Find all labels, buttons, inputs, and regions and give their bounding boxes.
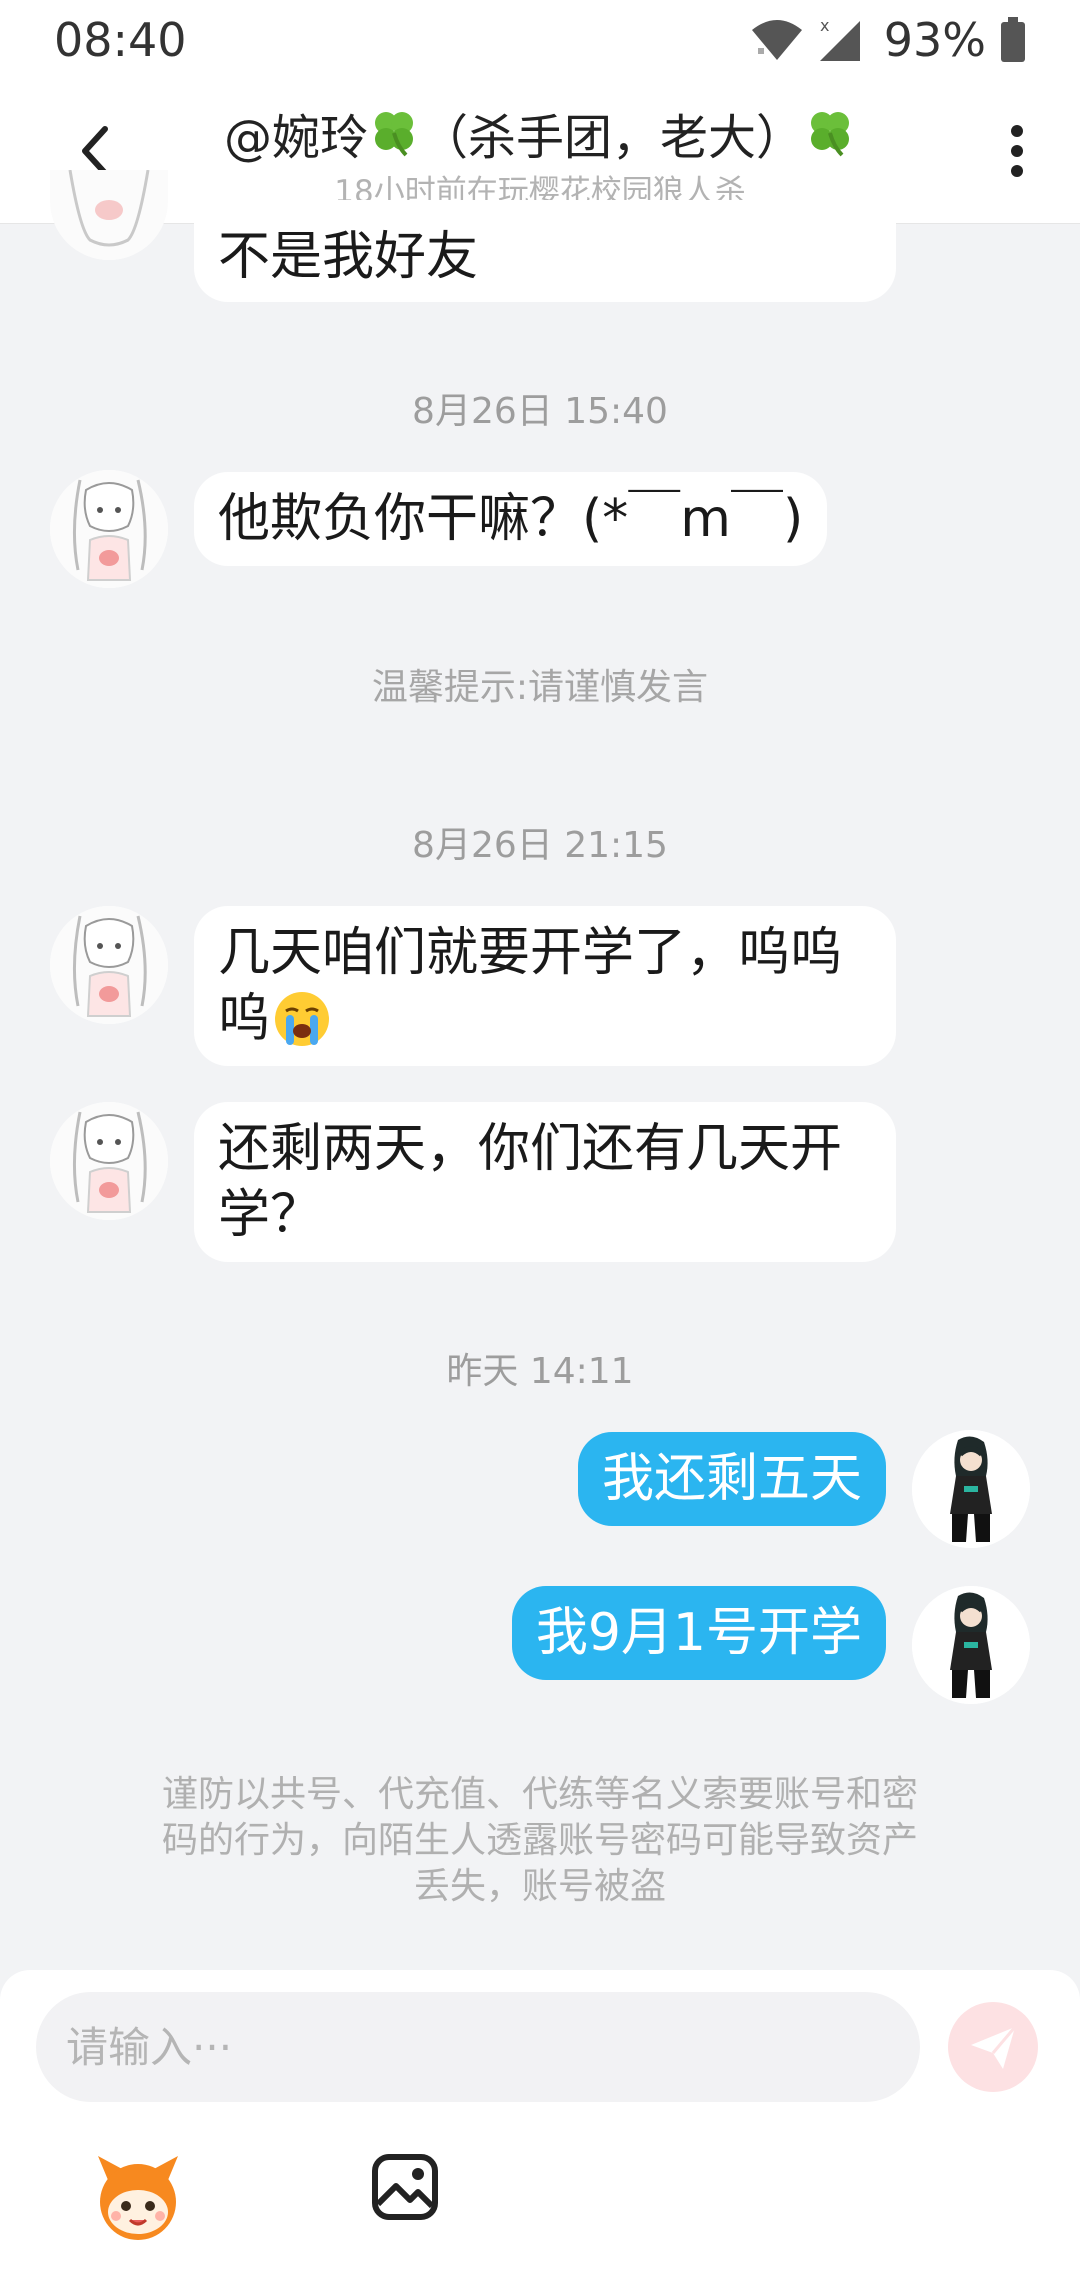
user-avatar[interactable] <box>912 1586 1030 1704</box>
message-input[interactable] <box>66 2022 920 2072</box>
chat-screen: 08:40 x 93% @婉玲 （杀手团，老大） 18小时前在玩樱花校园狼人杀 … <box>0 0 1080 2280</box>
contact-avatar[interactable] <box>50 170 168 260</box>
battery-percentage: 93% <box>883 13 986 67</box>
message-timestamp: 8月26日 21:15 <box>412 825 668 866</box>
mascot-icon <box>98 2156 178 2240</box>
incoming-message[interactable]: 不是我好友 <box>194 200 896 302</box>
message-text-line: 几天咱们就要开学了，呜呜 <box>218 923 843 983</box>
message-text: 呜 <box>218 989 271 1049</box>
incoming-message[interactable]: 他欺负你干嘛？(*￣m￣) <box>194 472 828 566</box>
fraud-warning: 谨防以共号、代充值、代练等名义索要账号和密 码的行为，向陌生人透露账号密码可能导… <box>100 1772 980 1910</box>
input-panel <box>0 1970 1080 2280</box>
contact-name-suffix: （杀手团，老大） <box>420 110 805 166</box>
contact-avatar[interactable] <box>50 906 168 1024</box>
message-text-line: 呜 <box>218 986 872 1052</box>
battery-icon <box>1001 17 1025 62</box>
message-text-line: 学？ <box>218 1185 323 1245</box>
more-vertical-icon <box>1011 125 1023 177</box>
svg-text:x: x <box>820 17 829 35</box>
message-timestamp: 8月26日 15:40 <box>412 391 668 432</box>
message-text: 他欺负你干嘛？(*￣m￣) <box>218 489 804 549</box>
signal-icon: x <box>819 17 860 61</box>
contact-name: @婉玲 （杀手团，老大） <box>150 98 930 168</box>
warning-line: 丢失，账号被盗 <box>413 1866 666 1907</box>
warning-line: 谨防以共号、代充值、代练等名义索要账号和密 <box>161 1774 918 1815</box>
image-icon <box>372 2154 438 2220</box>
message-text-line: 还剩两天，你们还有几天开 <box>218 1119 843 1179</box>
contact-avatar[interactable] <box>50 470 168 588</box>
clover-icon <box>375 112 413 157</box>
more-options-button[interactable] <box>992 116 1042 186</box>
send-icon <box>971 2026 1017 2069</box>
message-input-container <box>36 1992 920 2102</box>
mascot-sticker-button[interactable] <box>90 2150 186 2246</box>
safety-notice: 温馨提示:请谨慎发言 <box>371 667 709 708</box>
contact-name-prefix: @婉玲 <box>223 110 368 166</box>
message-text: 不是我好友 <box>218 227 479 287</box>
clover-icon <box>811 112 850 157</box>
incoming-message[interactable]: 几天咱们就要开学了，呜呜 呜 <box>194 906 896 1066</box>
incoming-message[interactable]: 还剩两天，你们还有几天开 学？ <box>194 1102 896 1262</box>
message-text: 我9月1号开学 <box>535 1603 862 1663</box>
wifi-icon <box>751 20 802 60</box>
crying-emoji-icon <box>275 992 330 1046</box>
warning-line: 码的行为，向陌生人透露账号密码可能导致资产 <box>161 1820 918 1861</box>
status-icons: x 93% <box>750 13 1026 67</box>
contact-avatar[interactable] <box>50 1102 168 1220</box>
message-text: 我还剩五天 <box>601 1449 862 1509</box>
status-bar: 08:40 x 93% <box>0 0 1080 80</box>
outgoing-message[interactable]: 我9月1号开学 <box>511 1586 886 1680</box>
status-time: 08:40 <box>54 13 187 67</box>
outgoing-message[interactable]: 我还剩五天 <box>577 1432 886 1526</box>
image-picker-button[interactable] <box>370 2152 440 2222</box>
user-avatar[interactable] <box>912 1430 1030 1548</box>
message-timestamp: 昨天 14:11 <box>446 1351 634 1392</box>
send-button[interactable] <box>948 2002 1038 2092</box>
